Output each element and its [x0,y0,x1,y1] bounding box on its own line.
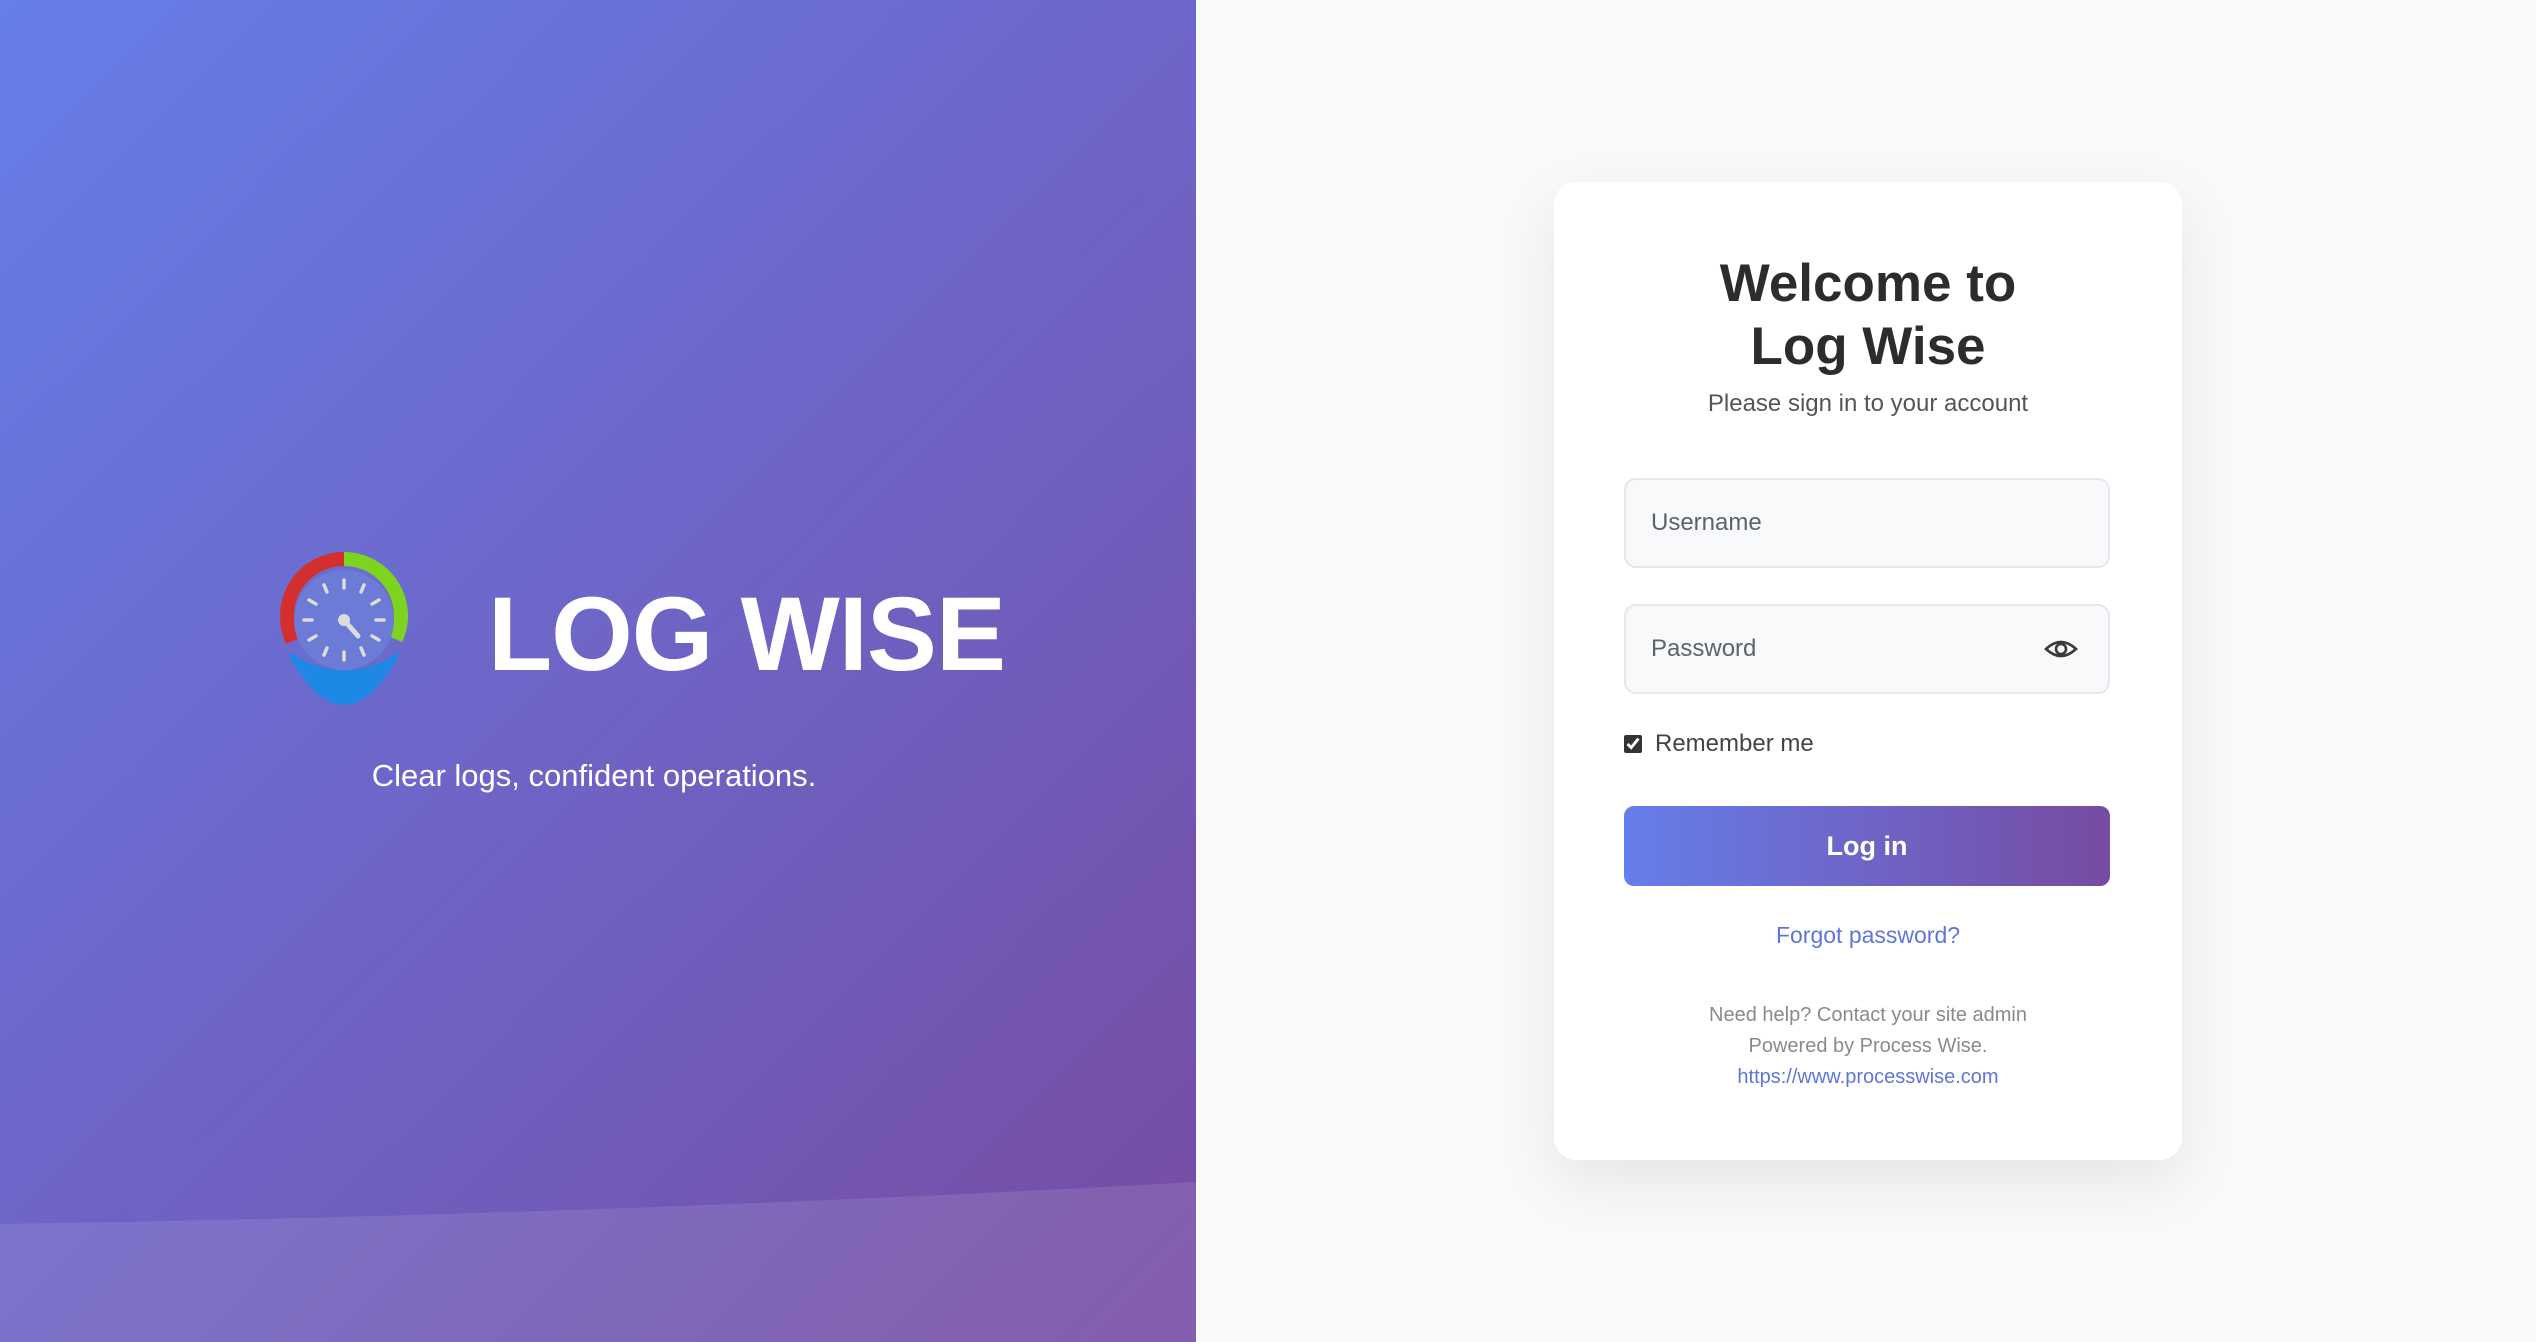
password-field [1624,604,2110,694]
login-subtitle: Please sign in to your account [1707,390,2029,417]
help-footer: Need help? Contact your site admin Power… [1554,1000,2182,1093]
remember-me-checkbox[interactable] [1624,735,1642,753]
login-panel: Welcome to Log Wise Please sign in to yo… [1196,0,2536,1342]
website-link[interactable]: https://www.processwise.com [1737,1066,1998,1088]
login-title: Welcome to Log Wise [1554,252,2182,378]
powered-by: Powered by Process Wise. [1748,1035,1988,1057]
login-card: Welcome to Log Wise Please sign in to yo… [1554,182,2182,1160]
username-input[interactable] [1626,480,2051,566]
password-input[interactable] [1626,606,2051,692]
brand-panel: LOG WISE Clear logs, confident operation… [0,0,1196,1342]
brand-tagline: Clear logs, confident operations. [371,758,817,793]
eye-icon[interactable] [2044,634,2078,664]
remember-me[interactable]: Remember me [1624,730,1814,758]
brand-name: LOG WISE [488,576,1006,693]
help-text: Need help? Contact your site admin [1709,1004,2027,1026]
brand-lockup: LOG WISE [270,552,1006,717]
username-field [1624,478,2110,568]
title-line-1: Welcome to [1719,254,2017,313]
log-wise-logo-icon [280,552,408,705]
title-line-2: Log Wise [1750,317,1986,376]
remember-me-label: Remember me [1655,730,1814,757]
forgot-password-link[interactable]: Forgot password? [1554,922,2182,949]
decorative-wave [0,1182,1196,1342]
login-button[interactable]: Log in [1624,806,2110,886]
